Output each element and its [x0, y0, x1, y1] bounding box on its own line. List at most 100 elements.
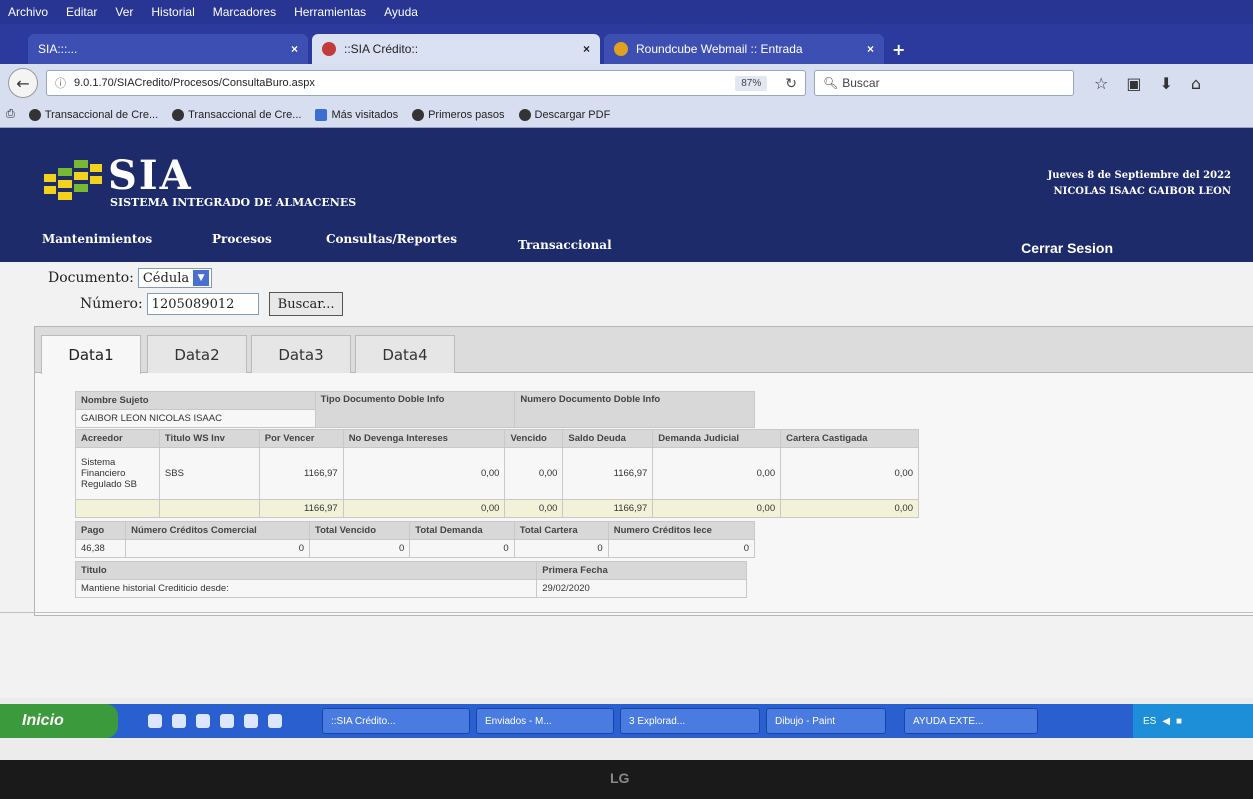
- menu-ayuda[interactable]: Ayuda: [384, 5, 418, 19]
- table-cell: 0,00: [780, 499, 919, 518]
- language-indicator[interactable]: ES: [1143, 716, 1156, 727]
- new-tab-button[interactable]: +: [892, 40, 905, 59]
- reload-icon[interactable]: ↻: [785, 75, 797, 92]
- bookmark-item[interactable]: Primeros pasos: [412, 108, 505, 121]
- search-bar[interactable]: 🔍︎ Buscar: [814, 70, 1074, 96]
- info-icon[interactable]: ⓘ: [55, 75, 66, 91]
- nav-consultas-reportes[interactable]: Consultas/Reportes: [326, 232, 457, 246]
- header-date: Jueves 8 de Septiembre del 2022: [1047, 170, 1231, 181]
- tab-data2[interactable]: Data2: [147, 335, 247, 373]
- task-sia-credito[interactable]: ::SIA Crédito...: [322, 708, 470, 734]
- quick-launch-icon[interactable]: [196, 714, 210, 728]
- sia-favicon-icon: [322, 42, 336, 56]
- close-tab-icon[interactable]: ×: [281, 42, 298, 56]
- task-ayuda[interactable]: AYUDA EXTE...: [904, 708, 1038, 734]
- header-user: NICOLAS ISAAC GAIBOR LEON: [1053, 186, 1231, 197]
- number-input[interactable]: 1205089012: [146, 293, 259, 315]
- close-tab-icon[interactable]: ×: [573, 42, 590, 56]
- tab-title: Roundcube Webmail :: Entrada: [636, 42, 803, 56]
- logout-link[interactable]: Cerrar Sesion: [1021, 240, 1113, 256]
- table-cell: 0,00: [652, 499, 782, 518]
- summary-table: Pago Número Créditos Comercial Total Ven…: [74, 521, 756, 558]
- globe-icon: [518, 108, 531, 121]
- zoom-level[interactable]: 87%: [735, 75, 768, 91]
- menu-ver[interactable]: Ver: [115, 5, 133, 19]
- download-icon[interactable]: ⬇: [1159, 74, 1172, 93]
- table-cell: 0: [308, 539, 411, 558]
- search-button[interactable]: Buscar...: [268, 292, 344, 316]
- back-arrow-icon[interactable]: ←: [8, 68, 38, 98]
- table-cell: 0,00: [780, 447, 919, 500]
- number-label: Número:: [80, 296, 143, 312]
- toolbar-icons: ☆ ▣ ⬇ ⌂: [1094, 74, 1201, 93]
- debt-table: Acreedor Titulo WS Inv Por Vencer No Dev…: [75, 429, 919, 518]
- table-cell: 0: [607, 539, 756, 558]
- table-row: Sistema Financiero Regulado SB SBS 1166,…: [75, 447, 919, 500]
- roundcube-favicon-icon: [614, 42, 628, 56]
- url-bar[interactable]: ⓘ 9.0.1.70/SIACredito/Procesos/ConsultaB…: [46, 70, 806, 96]
- print-icon[interactable]: ⎙: [6, 108, 15, 121]
- table-header: No Devenga Intereses: [342, 429, 506, 448]
- document-type-value: Cédula: [142, 270, 190, 286]
- table-cell: 1166,97: [562, 447, 654, 500]
- quick-launch-icon[interactable]: [148, 714, 162, 728]
- table-header: Numero Documento Doble Info: [514, 391, 755, 428]
- bookmark-label: Más visitados: [331, 108, 399, 121]
- bookmark-label: Transaccional de Cre...: [188, 108, 302, 121]
- document-type-select[interactable]: Cédula ▼: [137, 268, 213, 288]
- browser-tab-roundcube[interactable]: Roundcube Webmail :: Entrada ×: [604, 34, 884, 64]
- quick-launch-icon[interactable]: [172, 714, 186, 728]
- table-header: Saldo Deuda: [562, 429, 654, 448]
- nav-mantenimientos[interactable]: Mantenimientos: [42, 232, 152, 246]
- bookmark-item[interactable]: Transaccional de Cre...: [28, 108, 159, 121]
- quick-launch: [148, 714, 282, 728]
- quick-launch-icon[interactable]: [244, 714, 258, 728]
- table-header: Por Vencer: [258, 429, 344, 448]
- tab-data3[interactable]: Data3: [251, 335, 351, 373]
- monitor-brand-logo: LG: [610, 770, 630, 786]
- table-cell: 0: [125, 539, 310, 558]
- table-header: Total Demanda: [409, 521, 515, 540]
- bookmarks-bar: ⎙ Transaccional de Cre... Transaccional …: [0, 102, 1253, 128]
- start-button[interactable]: Inicio: [0, 704, 118, 738]
- browser-menu-bar: Archivo Editar Ver Historial Marcadores …: [0, 0, 1253, 24]
- document-label: Documento:: [48, 270, 134, 286]
- menu-marcadores[interactable]: Marcadores: [213, 5, 276, 19]
- quick-launch-icon[interactable]: [220, 714, 234, 728]
- tab-data1[interactable]: Data1: [41, 335, 141, 374]
- menu-archivo[interactable]: Archivo: [8, 5, 48, 19]
- tab-data4[interactable]: Data4: [355, 335, 455, 373]
- task-enviados[interactable]: Enviados - M...: [476, 708, 614, 734]
- bookmark-label: Transaccional de Cre...: [44, 108, 159, 121]
- table-cell: Mantiene historial Crediticio desde:: [74, 579, 538, 598]
- bookmark-item[interactable]: Transaccional de Cre...: [172, 108, 302, 121]
- browser-tab-sia-credito[interactable]: ::SIA Crédito:: ×: [312, 34, 600, 64]
- search-icon: 🔍︎: [823, 76, 839, 90]
- nav-transaccional[interactable]: Transaccional: [518, 238, 612, 252]
- menu-herramientas[interactable]: Herramientas: [294, 5, 366, 19]
- menu-historial[interactable]: Historial: [151, 5, 194, 19]
- tray-icon[interactable]: ◀: [1162, 716, 1170, 727]
- bookmark-item[interactable]: Descargar PDF: [518, 108, 611, 121]
- browser-tab-sia[interactable]: SIA:::... ×: [28, 34, 308, 64]
- clipboard-icon[interactable]: ▣: [1126, 74, 1141, 93]
- home-icon[interactable]: ⌂: [1191, 74, 1201, 93]
- history-table: Titulo Primera Fecha Mantiene historial …: [74, 561, 747, 598]
- tray-icon[interactable]: ■: [1176, 716, 1182, 727]
- nav-procesos[interactable]: Procesos: [212, 232, 272, 246]
- close-tab-icon[interactable]: ×: [857, 42, 874, 56]
- table-header: Primera Fecha: [536, 561, 747, 580]
- bookmark-star-icon[interactable]: ☆: [1094, 74, 1108, 93]
- menu-editar[interactable]: Editar: [66, 5, 97, 19]
- url-text: 9.0.1.70/SIACredito/Procesos/ConsultaBur…: [74, 77, 315, 89]
- table-header: Cartera Castigada: [780, 429, 919, 448]
- table-header: Pago: [74, 521, 127, 540]
- task-explorador[interactable]: 3 Explorad...: [620, 708, 760, 734]
- task-paint[interactable]: Dibujo - Paint: [766, 708, 886, 734]
- table-cell: 1166,97: [258, 499, 344, 518]
- quick-launch-icon[interactable]: [268, 714, 282, 728]
- totals-row: 1166,97 0,00 0,00 1166,97 0,00 0,00: [75, 499, 919, 518]
- table-cell: 0: [409, 539, 515, 558]
- bookmark-item[interactable]: Más visitados: [315, 108, 399, 121]
- bookmark-label: Descargar PDF: [534, 108, 611, 121]
